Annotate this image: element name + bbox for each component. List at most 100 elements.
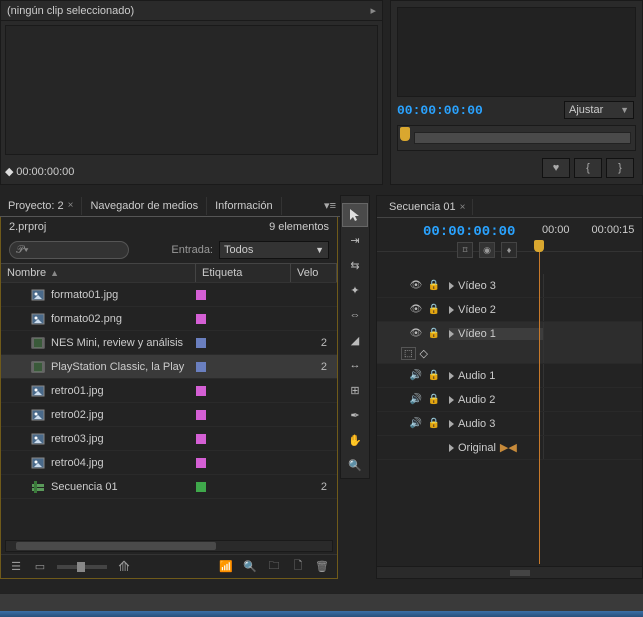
icon-view-icon[interactable]: ▭ xyxy=(29,558,51,576)
program-timecode[interactable]: 00:00:00:00 xyxy=(397,103,483,118)
program-monitor[interactable] xyxy=(397,7,636,97)
video-track[interactable]: 👁🔒Vídeo 3 xyxy=(377,274,642,298)
close-icon[interactable]: × xyxy=(460,202,466,213)
filter-dropdown[interactable]: Todos▼ xyxy=(219,241,329,259)
video-track[interactable]: 👁🔒Vídeo 1⬚◇ xyxy=(377,322,642,364)
project-row[interactable]: NES Mini, review y análisis2 xyxy=(1,331,337,355)
slide-tool[interactable]: ⊞ xyxy=(342,378,368,402)
lock-icon[interactable]: 🔒 xyxy=(427,369,441,383)
tab-sequence[interactable]: Secuencia 01× xyxy=(383,199,473,215)
rolling-edit-tool[interactable]: ✦ xyxy=(342,278,368,302)
marker-button[interactable]: ♥ xyxy=(542,158,570,178)
expand-icon[interactable] xyxy=(449,330,454,338)
linked-selection-icon[interactable]: ◉ xyxy=(479,242,495,258)
eye-icon[interactable]: 👁 xyxy=(409,279,423,293)
project-row[interactable]: retro01.jpg xyxy=(1,379,337,403)
item-velocity: 2 xyxy=(291,481,337,493)
rate-stretch-tool[interactable]: ⇔ xyxy=(342,303,368,327)
tab-project[interactable]: Proyecto: 2× xyxy=(0,197,82,215)
list-view-icon[interactable]: ☰ xyxy=(5,558,27,576)
expand-icon[interactable] xyxy=(449,372,454,380)
zoom-fit-dropdown[interactable]: Ajustar▼ xyxy=(564,101,634,119)
expand-icon[interactable] xyxy=(449,396,454,404)
project-row[interactable]: retro03.jpg xyxy=(1,427,337,451)
expand-icon[interactable] xyxy=(449,282,454,290)
search-input[interactable]: 𝒫▾ xyxy=(9,241,129,259)
out-point-button[interactable]: } xyxy=(606,158,634,178)
speaker-icon[interactable]: 🔊 xyxy=(409,417,423,431)
source-panel: (ningún clip seleccionado) ▸ ◆ 00:00:00:… xyxy=(0,0,383,185)
chevron-right-icon[interactable]: ▸ xyxy=(370,4,376,17)
marker-icon[interactable]: ♦ xyxy=(501,242,517,258)
ripple-edit-tool[interactable]: ⇆ xyxy=(342,253,368,277)
tab-media-browser[interactable]: Navegador de medios xyxy=(82,197,207,215)
lock-icon[interactable]: 🔒 xyxy=(427,279,441,293)
project-row[interactable]: Secuencia 01 2 xyxy=(1,475,337,499)
timeline-timecode[interactable]: 00:00:00:00 xyxy=(423,224,515,240)
lock-icon[interactable]: 🔒 xyxy=(427,303,441,317)
track-select-tool[interactable]: ⇥ xyxy=(342,228,368,252)
selection-tool[interactable] xyxy=(342,203,368,227)
project-row[interactable]: formato02.png xyxy=(1,307,337,331)
panel-menu-icon[interactable]: ▾≡ xyxy=(324,199,340,212)
thumbnail-size-slider[interactable] xyxy=(57,565,107,569)
expand-icon[interactable] xyxy=(449,306,454,314)
project-row[interactable]: PlayStation Classic, la Play2 xyxy=(1,355,337,379)
item-name: NES Mini, review y análisis xyxy=(51,337,183,349)
video-track[interactable]: 👁🔒Vídeo 2 xyxy=(377,298,642,322)
h-scrollbar[interactable] xyxy=(5,540,333,552)
chevron-down-icon: ▼ xyxy=(620,105,629,115)
eye-icon[interactable]: 👁 xyxy=(409,303,423,317)
source-monitor[interactable] xyxy=(5,25,378,155)
column-name[interactable]: Nombre ▲ xyxy=(1,264,196,282)
source-timecode: ◆ 00:00:00:00 xyxy=(5,165,74,178)
new-bin-icon[interactable]: 🗀 xyxy=(263,558,285,576)
razor-tool[interactable]: ◢ xyxy=(342,328,368,352)
timeline-resize-bar[interactable] xyxy=(377,566,642,578)
playhead-icon[interactable] xyxy=(400,127,410,141)
lock-icon[interactable]: 🔒 xyxy=(427,327,441,341)
chevron-down-icon: ▼ xyxy=(315,245,324,255)
tool-palette: ⇥ ⇆ ✦ ⇔ ◢ ↔ ⊞ ✒ ✋ 🔍 xyxy=(340,195,370,479)
lock-icon[interactable]: 🔒 xyxy=(427,417,441,431)
master-track[interactable]: Original ▶◀ xyxy=(377,436,642,460)
lock-icon[interactable]: 🔒 xyxy=(427,393,441,407)
new-item-icon[interactable]: 🗋 xyxy=(287,558,309,576)
snap-icon[interactable]: ⌑ xyxy=(457,242,473,258)
speaker-icon[interactable]: 🔊 xyxy=(409,369,423,383)
sort-icon[interactable]: ⟰ xyxy=(113,558,135,576)
image-icon xyxy=(31,408,45,422)
eye-icon[interactable]: 👁 xyxy=(409,327,423,341)
column-label[interactable]: Etiqueta xyxy=(196,264,291,282)
close-icon[interactable]: × xyxy=(68,200,74,211)
slip-tool[interactable]: ↔ xyxy=(342,353,368,377)
item-name: retro03.jpg xyxy=(51,433,104,445)
program-ruler[interactable] xyxy=(397,125,636,151)
expand-icon[interactable] xyxy=(449,420,454,428)
image-icon xyxy=(31,456,45,470)
timeline-playhead[interactable] xyxy=(539,240,540,564)
zoom-tool[interactable]: 🔍 xyxy=(342,453,368,477)
tab-info[interactable]: Información xyxy=(207,197,281,215)
in-point-button[interactable]: { xyxy=(574,158,602,178)
item-name: Secuencia 01 xyxy=(51,481,118,493)
timeline-panel: Secuencia 01× 00:00:00:00 00:0000:00:15 … xyxy=(376,195,643,579)
hand-tool[interactable]: ✋ xyxy=(342,428,368,452)
item-name: retro01.jpg xyxy=(51,385,104,397)
fx-icon[interactable]: ⬚ xyxy=(401,347,416,360)
automate-icon[interactable]: 📶 xyxy=(215,558,237,576)
expand-icon[interactable] xyxy=(449,444,454,452)
project-row[interactable]: retro04.jpg xyxy=(1,451,337,475)
find-icon[interactable]: 🔍 xyxy=(239,558,261,576)
pen-tool[interactable]: ✒ xyxy=(342,403,368,427)
trash-icon[interactable]: 🗑 xyxy=(311,558,333,576)
audio-track[interactable]: 🔊🔒Audio 1 xyxy=(377,364,642,388)
audio-track[interactable]: 🔊🔒Audio 3 xyxy=(377,412,642,436)
project-row[interactable]: formato01.jpg xyxy=(1,283,337,307)
column-velocity[interactable]: Velo xyxy=(291,264,337,282)
audio-track[interactable]: 🔊🔒Audio 2 xyxy=(377,388,642,412)
project-row[interactable]: retro02.jpg xyxy=(1,403,337,427)
keyframe-icon[interactable]: ◇ xyxy=(420,347,428,360)
scrub-bar[interactable] xyxy=(414,132,631,144)
speaker-icon[interactable]: 🔊 xyxy=(409,393,423,407)
